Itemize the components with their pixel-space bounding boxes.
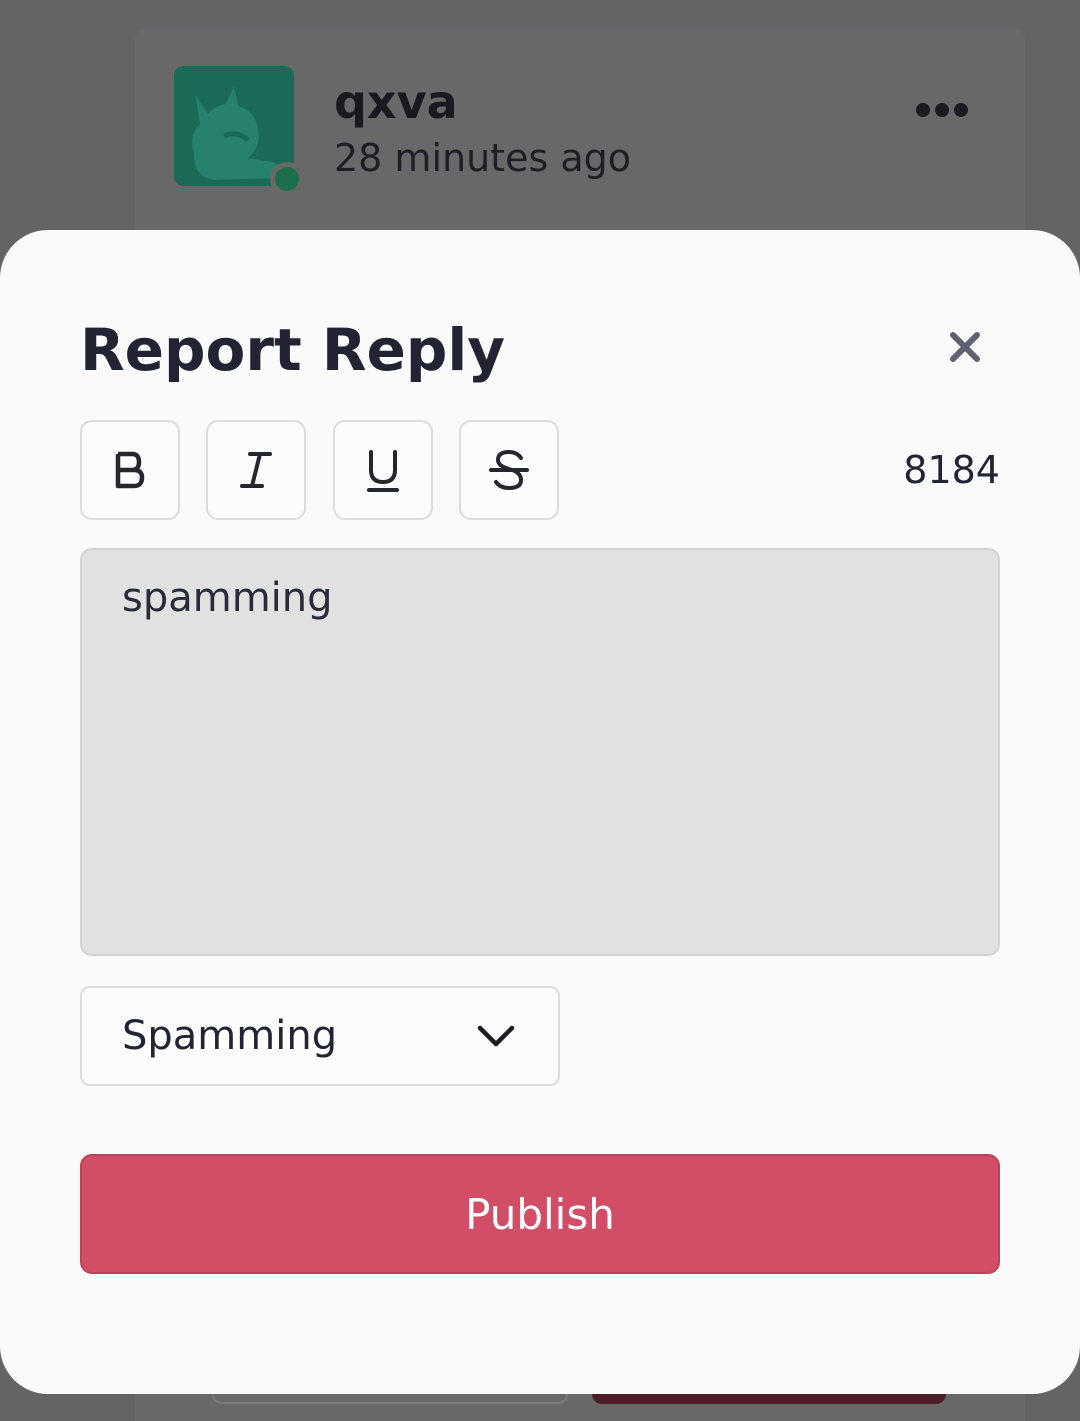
italic-icon [240,452,272,488]
report-reply-modal: Report Reply 8184 spamming Spamming Publ… [0,230,1080,1394]
underline-icon [367,450,399,492]
online-status-indicator [270,162,304,196]
more-horizontal-icon[interactable] [912,92,972,128]
publish-button[interactable]: Publish [80,1154,1000,1274]
underline-button[interactable] [333,420,433,520]
report-reason-selected: Spamming [122,1013,338,1059]
post-timestamp: 28 minutes ago [334,136,631,180]
report-reason-select[interactable]: Spamming [80,986,560,1086]
chevron-down-icon [477,1025,515,1047]
strikethrough-button[interactable] [459,420,559,520]
bold-button[interactable] [80,420,180,520]
modal-title: Report Reply [80,316,506,384]
close-icon [950,332,980,362]
close-button[interactable] [938,320,992,374]
strikethrough-icon [489,449,529,491]
author-name[interactable]: qxva [334,70,458,134]
character-counter: 8184 [903,448,1000,492]
italic-button[interactable] [206,420,306,520]
report-text-input[interactable]: spamming [80,548,1000,956]
bold-icon [115,451,145,489]
